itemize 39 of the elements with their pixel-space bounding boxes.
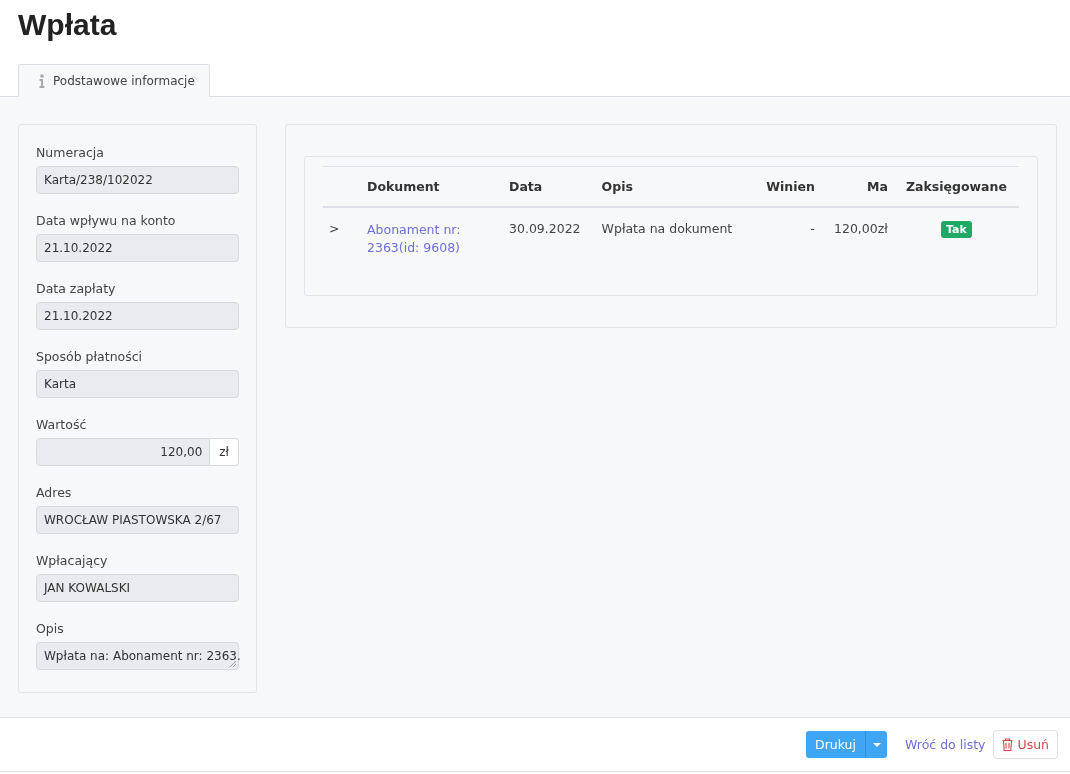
column-header: Winien [753, 166, 821, 207]
resize-grip-icon [230, 661, 236, 667]
table-cell: - [753, 207, 821, 271]
page-title: Wpłata [17, 7, 118, 43]
delete-button[interactable]: Usuń [993, 730, 1058, 759]
field-label: Numeracja [36, 145, 105, 160]
field-label: Wartość [36, 417, 88, 432]
input-field[interactable]: WROCŁAW PIASTOWSKA 2/67 [36, 506, 239, 534]
input-field[interactable]: 21.10.2022 [36, 234, 239, 262]
column-header: Data [503, 166, 596, 207]
amount-field[interactable]: 120,00 [36, 438, 211, 466]
field-label: Adres [36, 485, 73, 500]
info-icon [39, 74, 45, 88]
back-link[interactable]: Wróć do listy [905, 737, 986, 752]
input-field[interactable]: JAN KOWALSKI [36, 574, 239, 602]
dropdown-toggle[interactable] [865, 731, 887, 758]
column-header: Zaksięgowane [893, 166, 1019, 207]
document-link[interactable]: Abonament nr: 2363(id: 9608) [367, 221, 497, 258]
table-cell: 120,00zł [820, 207, 894, 271]
caret-icon [872, 742, 881, 747]
description-textarea[interactable]: Wpłata na: Abonament nr: 2363. [36, 642, 239, 670]
input-field[interactable]: Karta [36, 370, 239, 398]
column-header: Ma [820, 166, 894, 207]
table-cell: 30.09.2022 [503, 207, 596, 271]
field-label: Data zapłaty [36, 281, 117, 296]
currency-addon: zł [210, 438, 239, 466]
column-header: Dokument [361, 166, 503, 207]
field-label: Wpłacający [36, 553, 109, 568]
column-header: Opis [595, 166, 754, 207]
tab[interactable]: Podstawowe informacje [18, 64, 210, 97]
field-label: Opis [36, 621, 65, 636]
input-field[interactable]: Karta/238/102022 [36, 166, 239, 194]
status-badge: Tak [941, 221, 972, 238]
trash-icon [1002, 738, 1014, 751]
field-label: Data wpływu na konto [36, 213, 177, 228]
expand-toggle[interactable]: > [323, 207, 361, 271]
input-field[interactable]: 21.10.2022 [36, 302, 239, 330]
field-label: Sposób płatności [36, 349, 144, 364]
table-cell: Wpłata na dokument [595, 207, 754, 271]
